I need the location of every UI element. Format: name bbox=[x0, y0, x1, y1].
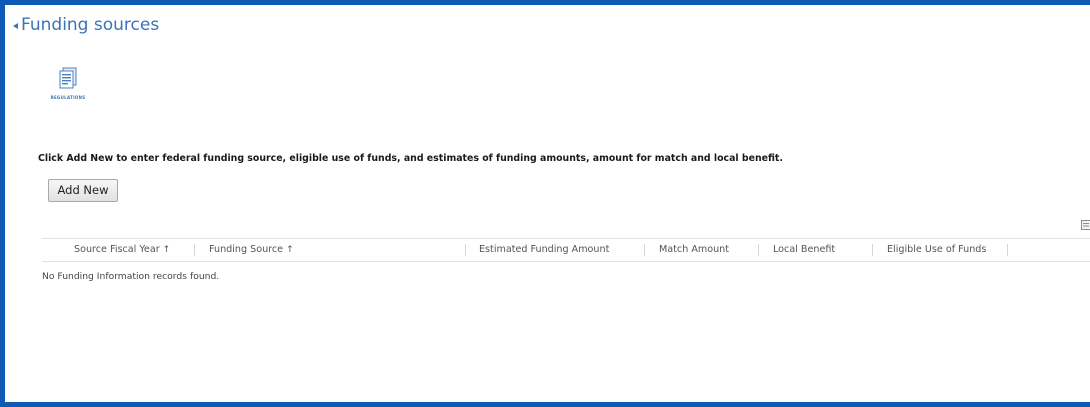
section-header[interactable]: Funding sources bbox=[13, 15, 159, 35]
column-divider bbox=[758, 244, 759, 256]
column-label: Estimated Funding Amount bbox=[479, 244, 610, 255]
column-label: Match Amount bbox=[659, 244, 730, 255]
column-header-source-fiscal-year[interactable]: Source Fiscal Year ↑ bbox=[74, 239, 170, 261]
collapse-arrow-icon[interactable] bbox=[13, 22, 18, 29]
column-divider bbox=[872, 244, 873, 256]
column-divider bbox=[465, 244, 466, 256]
column-label: Source Fiscal Year bbox=[74, 244, 160, 255]
column-header-match-amount[interactable]: Match Amount bbox=[659, 239, 729, 261]
column-header-eligible-use-of-funds[interactable]: Eligible Use of Funds bbox=[887, 239, 986, 261]
sort-ascending-icon: ↑ bbox=[286, 245, 294, 255]
grid-header: Source Fiscal Year ↑ Funding Source ↑ Esti… bbox=[42, 238, 1090, 262]
column-divider bbox=[1007, 244, 1008, 256]
regulations-button[interactable]: REGULATIONS bbox=[45, 67, 91, 107]
add-new-button[interactable]: Add New bbox=[48, 179, 118, 202]
funding-sources-panel: Funding sources REGULATIONS Click Add Ne… bbox=[5, 5, 1090, 402]
regulations-label: REGULATIONS bbox=[50, 95, 86, 100]
column-label: Eligible Use of Funds bbox=[887, 244, 987, 255]
grid-options-icon[interactable] bbox=[1081, 220, 1090, 230]
column-label: Local Benefit bbox=[773, 244, 836, 255]
empty-grid-message: No Funding Information records found. bbox=[42, 271, 220, 282]
column-header-estimated-funding-amount[interactable]: Estimated Funding Amount bbox=[479, 239, 609, 261]
column-divider bbox=[644, 244, 645, 256]
column-header-local-benefit[interactable]: Local Benefit bbox=[773, 239, 835, 261]
section-title: Funding sources bbox=[21, 15, 160, 35]
instructions-text: Click Add New to enter federal funding s… bbox=[38, 153, 783, 164]
sort-ascending-icon: ↑ bbox=[162, 245, 171, 255]
column-label: Funding Source bbox=[209, 244, 284, 255]
column-divider bbox=[194, 244, 195, 256]
column-header-funding-source[interactable]: Funding Source ↑ bbox=[209, 239, 294, 261]
regulations-document-icon bbox=[59, 67, 77, 89]
